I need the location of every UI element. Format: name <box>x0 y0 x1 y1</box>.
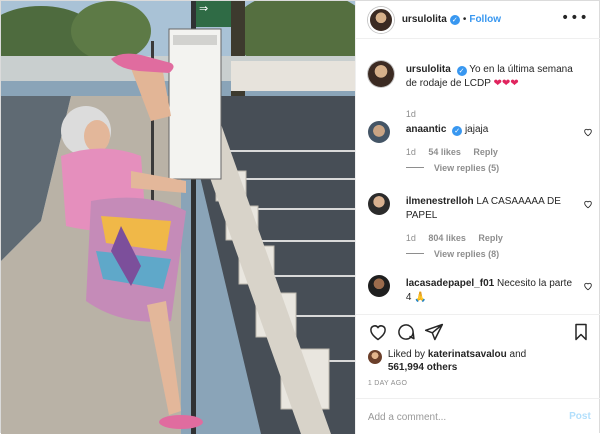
reply-button[interactable]: Reply <box>478 233 503 243</box>
arrow-icon: ⇒ <box>199 2 209 15</box>
comment-likes-count[interactable]: 54 likes <box>428 147 461 157</box>
post-comment-button[interactable]: Post <box>569 411 591 422</box>
action-bar <box>355 314 600 346</box>
comment-meta: 1d 54 likes Reply <box>406 147 508 157</box>
comment-avatar[interactable] <box>367 275 390 297</box>
follow-button[interactable]: Follow <box>469 14 501 25</box>
comment-like-heart-icon[interactable] <box>583 199 593 209</box>
verified-badge-icon: ✓ <box>456 66 467 76</box>
comments-list[interactable]: ursulolita ✓ Yo en la última semana de r… <box>356 53 600 309</box>
photo-illustration <box>1 1 355 434</box>
post-photo[interactable]: ⇒ <box>1 1 355 434</box>
likes-and: and <box>506 349 527 360</box>
likes-prefix: Liked by <box>387 349 428 360</box>
comment-avatar[interactable] <box>367 193 390 215</box>
separator-dot: • <box>462 14 467 25</box>
heart-emoji-icon: ❤❤❤ <box>493 78 519 89</box>
likes-text: Liked by katerinatsavalou and 561,994 ot… <box>388 348 526 374</box>
caption-meta: 1d <box>406 109 426 119</box>
street-sign: ⇒ <box>199 3 229 25</box>
comment-like-heart-icon[interactable] <box>583 127 593 137</box>
post-header: ursulolita ✓ • Follow ••• <box>355 1 600 39</box>
comment-username[interactable]: ilmenestrelloh <box>406 196 474 207</box>
likes-summary: Liked by katerinatsavalou and 561,994 ot… <box>367 348 593 374</box>
comment-like-heart-icon[interactable] <box>583 281 593 291</box>
add-comment-input[interactable] <box>367 409 548 425</box>
likes-others-count[interactable]: 561,994 others <box>388 362 458 373</box>
comment-time[interactable]: 1d <box>406 147 416 157</box>
verified-badge-icon: ✓ <box>452 126 463 136</box>
comment-text: jajaja <box>464 124 489 135</box>
reply-button[interactable]: Reply <box>473 147 498 157</box>
comment-username[interactable]: anaantic <box>406 124 447 135</box>
view-replies-button[interactable]: View replies (8) <box>405 249 500 259</box>
comment-username[interactable]: lacasadepapel_f01 <box>406 278 494 289</box>
comment-body: lacasadepapel_f01 Necesito la parte 4 🙏 <box>406 277 576 305</box>
comment-body: ilmenestrelloh LA CASAAAAA DE PAPEL <box>406 195 576 223</box>
comment-avatar[interactable] <box>367 121 390 143</box>
more-options-icon[interactable]: ••• <box>561 11 589 25</box>
comment-item: anaantic ✓ jajaja 1d 54 likes Reply View… <box>367 121 593 181</box>
share-paper-plane-icon[interactable] <box>424 322 444 342</box>
view-replies-label: View replies (5) <box>433 163 500 173</box>
caption-avatar[interactable] <box>367 61 394 87</box>
view-replies-button[interactable]: View replies (5) <box>405 163 500 173</box>
caption: ursulolita ✓ Yo en la última semana de r… <box>367 61 593 121</box>
view-replies-line <box>405 167 424 168</box>
comment-bubble-icon[interactable] <box>396 322 416 342</box>
post-timestamp[interactable]: 1 DAY AGO <box>368 380 407 387</box>
caption-time[interactable]: 1d <box>406 109 416 119</box>
save-bookmark-icon[interactable] <box>571 322 591 342</box>
instagram-post: ⇒ ursulolita ✓ • Follow ••• ursulolita ✓… <box>0 0 600 434</box>
comment-likes-count[interactable]: 804 likes <box>428 233 466 243</box>
author-avatar[interactable] <box>367 6 394 33</box>
liker-avatar[interactable] <box>367 350 382 364</box>
view-replies-label: View replies (8) <box>433 249 500 259</box>
verified-badge-icon: ✓ <box>449 14 460 25</box>
post-side-panel: ursulolita ✓ • Follow ••• ursulolita ✓ Y… <box>354 1 600 434</box>
comment-meta: 1d 804 likes Reply <box>406 233 513 243</box>
view-replies-line <box>405 253 424 254</box>
like-heart-icon[interactable] <box>368 322 388 342</box>
add-comment-bar: Post <box>355 398 600 434</box>
caption-body: ursulolita ✓ Yo en la última semana de r… <box>406 63 576 91</box>
comment-body: anaantic ✓ jajaja <box>406 123 576 137</box>
comment-item: ilmenestrelloh LA CASAAAAA DE PAPEL 1d 8… <box>367 193 593 263</box>
caption-username[interactable]: ursulolita <box>406 64 451 75</box>
liker-username[interactable]: katerinatsavalou <box>428 349 507 360</box>
comment-time[interactable]: 1d <box>406 233 416 243</box>
author-username[interactable]: ursulolita <box>402 14 447 25</box>
comment-item: lacasadepapel_f01 Necesito la parte 4 🙏 <box>367 275 593 309</box>
